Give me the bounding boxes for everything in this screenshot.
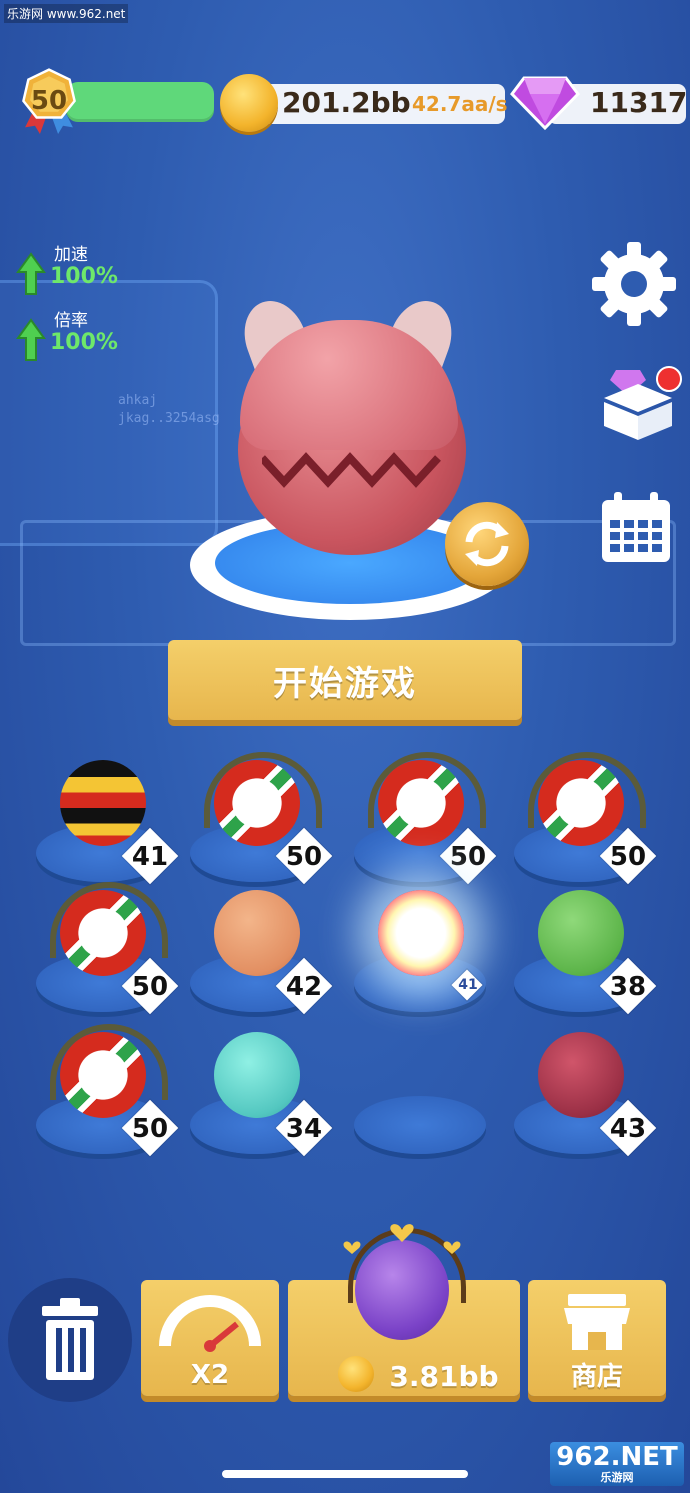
refresh-icon <box>465 521 509 567</box>
ball-level-tag: 50 <box>121 1099 179 1157</box>
boost-label: 倍率 <box>54 311 88 331</box>
ball-level: 41 <box>458 977 478 993</box>
grid-slot[interactable]: 50 <box>36 882 179 1015</box>
diamond-icon <box>510 76 580 131</box>
gem-balance: 11317 <box>590 86 688 119</box>
level-number: 50 <box>30 86 68 116</box>
shop-label: 商店 <box>570 1362 623 1392</box>
ball-level: 50 <box>131 972 169 1002</box>
trash-icon <box>42 1298 98 1380</box>
notification-dot <box>656 366 682 392</box>
ball-level-tag: 42 <box>275 957 333 1015</box>
trash-button[interactable] <box>8 1278 132 1402</box>
ball-level: 41 <box>131 842 169 872</box>
ball-level-tag: 41 <box>121 827 179 885</box>
ball-level: 50 <box>131 1114 169 1144</box>
ball-level-tag: 34 <box>275 1099 333 1157</box>
coin-icon <box>220 74 278 132</box>
ball-level-tag: 50 <box>275 827 333 885</box>
watermark-main: 962.NET <box>556 1442 678 1472</box>
grid-slot[interactable]: 50 <box>36 1024 179 1157</box>
grid-slot[interactable]: 50 <box>190 752 333 885</box>
grid-slot[interactable]: 41 <box>36 752 179 885</box>
ball-level-tag: 50 <box>439 827 497 885</box>
site-watermark-logo: 962.NET 乐游网 <box>550 1442 684 1486</box>
grid-slot[interactable]: 34 <box>190 1024 333 1157</box>
ball-level: 43 <box>609 1114 647 1144</box>
heart-icon <box>343 1224 461 1254</box>
grid-slot[interactable]: 38 <box>514 882 657 1015</box>
swap-ball-button[interactable] <box>445 502 529 586</box>
ball-level-tag: 38 <box>599 957 657 1015</box>
ball-level: 42 <box>285 972 323 1002</box>
calendar-icon[interactable] <box>600 492 672 564</box>
grid-slot[interactable]: 43 <box>514 1024 657 1157</box>
grid-slot[interactable]: 42 <box>190 882 333 1015</box>
boost-value: 100% <box>50 264 118 289</box>
grid-slot[interactable]: 50 <box>514 752 657 885</box>
shop-button[interactable]: 商店 <box>528 1280 666 1396</box>
boost-value: 100% <box>50 330 118 355</box>
grid-slot-empty[interactable] <box>354 1024 494 1154</box>
coin-rate: 42.7aa/s <box>412 92 508 116</box>
boost-label: 加速 <box>54 245 88 265</box>
grid-slot[interactable]: 50 <box>354 752 497 885</box>
speed-label: X2 <box>190 1360 230 1390</box>
level-progress-bar <box>66 82 214 122</box>
store-icon <box>564 1294 630 1350</box>
ball-level-tag: 50 <box>599 827 657 885</box>
ball-level-tag: 41 <box>442 960 494 1012</box>
ball-level: 34 <box>285 1114 323 1144</box>
site-watermark: 乐游网 www.962.net <box>4 4 129 23</box>
gear-icon[interactable] <box>592 242 676 326</box>
ball-level: 38 <box>609 972 647 1002</box>
hud-text-line: jkag..3254asg <box>118 411 220 426</box>
home-indicator[interactable] <box>222 1470 468 1478</box>
player-level[interactable]: 50 <box>8 68 214 138</box>
ball-pattern <box>262 452 441 488</box>
ball-level: 50 <box>449 842 487 872</box>
speedometer-icon <box>159 1295 261 1352</box>
slot-plate <box>354 1096 486 1154</box>
start-game-button[interactable]: 开始游戏 <box>168 640 522 720</box>
up-arrow-icon <box>16 252 46 295</box>
up-arrow-icon <box>16 318 46 361</box>
hud-decor-text: ahkaj jkag..3254asg <box>118 392 220 428</box>
speed-x2-button[interactable]: X2 <box>141 1280 279 1396</box>
ball-level: 50 <box>285 842 323 872</box>
watermark-sub: 乐游网 <box>600 1471 634 1484</box>
ball-level-tag: 50 <box>121 957 179 1015</box>
coin-balance: 201.2bb <box>282 86 411 119</box>
ball-level-tag: 43 <box>599 1099 657 1157</box>
hud-text-line: ahkaj <box>118 393 158 408</box>
buy-price: 3.81bb <box>389 1360 499 1393</box>
ball-level: 50 <box>609 842 647 872</box>
grid-slot[interactable]: 41 <box>354 882 494 1012</box>
